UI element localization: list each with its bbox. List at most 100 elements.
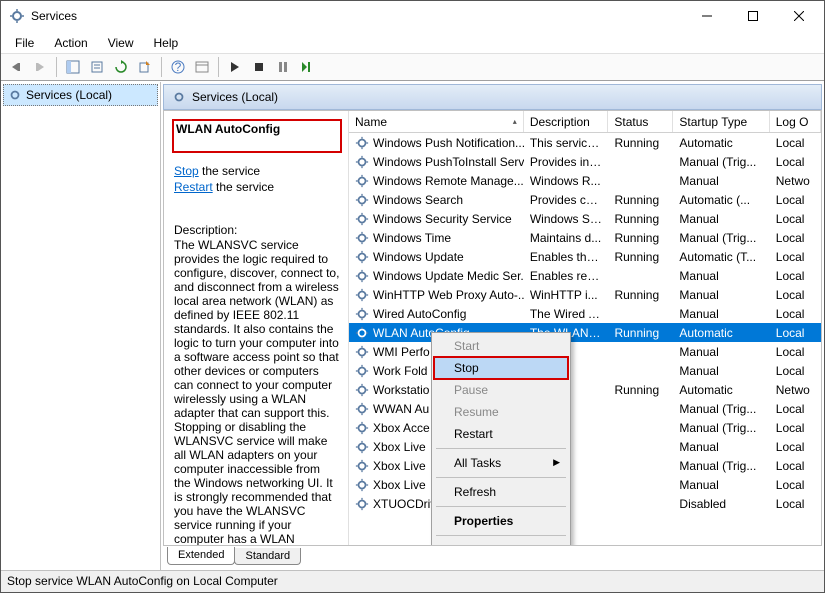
gear-icon	[355, 402, 369, 416]
right-pane: Services (Local) WLAN AutoConfig Stop th…	[161, 82, 824, 570]
pause-service-button[interactable]	[272, 56, 294, 78]
window-title: Services	[31, 9, 77, 23]
service-list: Name▴ Description Status Startup Type Lo…	[349, 111, 821, 545]
toolbar: ?	[1, 53, 824, 81]
service-row[interactable]: Wired AutoConfigThe Wired A...ManualLoca…	[349, 304, 821, 323]
ctx-restart[interactable]: Restart	[434, 423, 568, 445]
gear-icon	[355, 345, 369, 359]
svg-text:?: ?	[175, 60, 182, 74]
menu-bar: File Action View Help	[1, 33, 824, 53]
gear-icon	[355, 155, 369, 169]
tab-standard[interactable]: Standard	[234, 548, 301, 565]
service-row[interactable]: Windows Security ServiceWindows Se...Run…	[349, 209, 821, 228]
gear-icon	[355, 421, 369, 435]
col-description[interactable]: Description	[524, 111, 609, 132]
stop-link[interactable]: Stop	[174, 164, 199, 178]
pane-header: Services (Local)	[163, 84, 822, 110]
ctx-all-tasks[interactable]: All Tasks▶	[434, 452, 568, 474]
col-startup-type[interactable]: Startup Type	[673, 111, 769, 132]
service-row[interactable]: Windows Remote Manage...Windows R...Manu…	[349, 171, 821, 190]
tab-extended[interactable]: Extended	[167, 547, 235, 565]
gear-icon	[355, 288, 369, 302]
col-name[interactable]: Name▴	[349, 111, 524, 132]
service-row[interactable]: Windows Update Medic Ser...Enables rem..…	[349, 266, 821, 285]
minimize-button[interactable]	[684, 1, 730, 31]
start-service-button[interactable]	[224, 56, 246, 78]
maximize-button[interactable]	[730, 1, 776, 31]
service-row[interactable]: XTUOCDrivDisabledLocal	[349, 494, 821, 513]
menu-file[interactable]: File	[5, 34, 44, 52]
selected-service-name: WLAN AutoConfig	[176, 122, 338, 136]
description-label: Description:	[174, 223, 340, 237]
show-hide-tree-button[interactable]	[62, 56, 84, 78]
service-row[interactable]: Xbox Lives au...ManualLocal	[349, 437, 821, 456]
service-row[interactable]: Xbox Livevice ...ManualLocal	[349, 475, 821, 494]
ctx-refresh[interactable]: Refresh	[434, 481, 568, 503]
service-row[interactable]: Windows SearchProvides co...RunningAutom…	[349, 190, 821, 209]
properties-toolbar-button[interactable]	[86, 56, 108, 78]
gear-icon	[355, 212, 369, 226]
export-button[interactable]	[134, 56, 156, 78]
menu-view[interactable]: View	[98, 34, 144, 52]
service-row[interactable]: Windows UpdateEnables the ...RunningAuto…	[349, 247, 821, 266]
ctx-resume: Resume	[434, 401, 568, 423]
detail-panel: WLAN AutoConfig Stop the service Restart…	[164, 111, 349, 545]
service-row[interactable]: Xbox Livevice ...Manual (Trig...Local	[349, 456, 821, 475]
gear-icon	[355, 459, 369, 473]
restart-service-button[interactable]	[296, 56, 318, 78]
context-menu: Start Stop Pause Resume Restart All Task…	[431, 332, 571, 545]
gear-icon	[355, 383, 369, 397]
menu-action[interactable]: Action	[44, 34, 97, 52]
gear-icon	[355, 478, 369, 492]
gear-icon	[355, 231, 369, 245]
gear-icon	[8, 88, 22, 102]
gear-icon	[355, 326, 369, 340]
tab-strip: Extended Standard	[163, 548, 822, 570]
ctx-properties[interactable]: Properties	[434, 510, 568, 532]
service-row[interactable]: Windows Push Notification...This service…	[349, 133, 821, 152]
forward-button[interactable]	[29, 56, 51, 78]
service-row[interactable]: WWAN Auvice ...Manual (Trig...Local	[349, 399, 821, 418]
tree-root-services-local[interactable]: Services (Local)	[3, 84, 158, 106]
back-button[interactable]	[5, 56, 27, 78]
col-logon[interactable]: Log O	[770, 111, 821, 132]
gear-icon	[355, 193, 369, 207]
menu-help[interactable]: Help	[144, 34, 189, 52]
ctx-help[interactable]: Help	[434, 539, 568, 545]
gear-icon	[355, 174, 369, 188]
close-button[interactable]	[776, 1, 822, 31]
service-row[interactable]: WMI Perfos pe...ManualLocal	[349, 342, 821, 361]
console-properties-button[interactable]	[191, 56, 213, 78]
service-row[interactable]: WLAN AutoConfigThe WLANS...RunningAutoma…	[349, 323, 821, 342]
gear-icon	[355, 250, 369, 264]
restart-link[interactable]: Restart	[174, 180, 213, 194]
gear-icon	[172, 90, 186, 104]
gear-icon	[355, 440, 369, 454]
stop-service-button[interactable]	[248, 56, 270, 78]
sort-ascending-icon: ▴	[513, 117, 517, 126]
service-row[interactable]: Work Foldvice ...ManualLocal	[349, 361, 821, 380]
ctx-stop[interactable]: Stop	[434, 357, 568, 379]
service-row[interactable]: Xbox Accevice ...Manual (Trig...Local	[349, 418, 821, 437]
tree-root-label: Services (Local)	[26, 88, 112, 102]
service-row[interactable]: Windows PushToInstall Serv...Provides in…	[349, 152, 821, 171]
main-area: Services (Local) Services (Local) WLAN A…	[1, 81, 824, 570]
gear-icon	[355, 136, 369, 150]
gear-icon	[355, 364, 369, 378]
col-status[interactable]: Status	[608, 111, 673, 132]
service-row[interactable]: Windows TimeMaintains d...RunningManual …	[349, 228, 821, 247]
title-bar: Services	[1, 1, 824, 31]
service-row[interactable]: Workstationd ...RunningAutomaticNetwo	[349, 380, 821, 399]
ctx-pause: Pause	[434, 379, 568, 401]
description-text: The WLANSVC service provides the logic r…	[174, 238, 340, 545]
help-button[interactable]: ?	[167, 56, 189, 78]
tree-pane: Services (Local)	[1, 82, 161, 570]
pane-header-title: Services (Local)	[192, 90, 278, 104]
status-bar: Stop service WLAN AutoConfig on Local Co…	[1, 570, 824, 592]
service-row[interactable]: WinHTTP Web Proxy Auto-...WinHTTP i...Ru…	[349, 285, 821, 304]
refresh-button[interactable]	[110, 56, 132, 78]
gear-icon	[355, 269, 369, 283]
gear-icon	[355, 307, 369, 321]
submenu-arrow-icon: ▶	[553, 457, 560, 468]
services-icon	[9, 8, 25, 24]
